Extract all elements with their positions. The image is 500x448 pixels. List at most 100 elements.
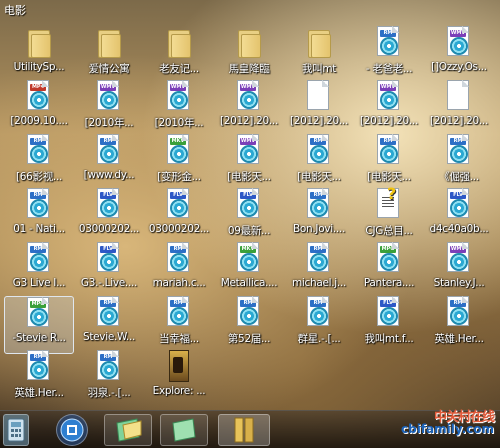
file-item[interactable]: RM 第52届... — [214, 296, 284, 354]
file-item[interactable]: FLV 09最新... — [214, 188, 284, 246]
flv-file-icon: FLV — [97, 242, 121, 274]
file-label: [66影视... — [15, 171, 63, 183]
file-item[interactable]: RM 01 - Nati... — [4, 188, 74, 246]
folder-icon — [27, 26, 51, 58]
rm-file-icon: RM — [27, 242, 51, 274]
file-item[interactable]: RM 《倔强... — [424, 134, 494, 192]
file-type-badge: RM — [170, 246, 186, 253]
file-item[interactable]: FLV 03000202... — [74, 188, 144, 246]
file-label: Metallica.... — [220, 277, 278, 289]
file-label: [2012].20... — [359, 115, 419, 127]
file-item[interactable]: WMV [2010年... — [74, 80, 144, 138]
file-item[interactable]: RM G3 Live I... — [4, 242, 74, 300]
file-label: [2012].20... — [289, 115, 349, 127]
file-label: G3 Live I... — [12, 277, 66, 289]
file-item[interactable]: FLV G3.-.Live.... — [74, 242, 144, 300]
taskbar-explorer-button-1[interactable] — [104, 414, 152, 446]
rm-file-icon: RM — [377, 134, 401, 166]
file-item[interactable]: 老友记... — [144, 26, 214, 84]
rm-file-icon: RM — [97, 296, 121, 328]
file-item[interactable]: MKV Metallica.... — [214, 242, 284, 300]
movie-icon — [167, 350, 191, 382]
file-item[interactable]: FLV 03000202... — [144, 188, 214, 246]
file-label: 英雄.Her... — [434, 333, 484, 345]
rm-file-icon: RM — [307, 296, 331, 328]
file-type-badge: WMV — [450, 246, 466, 253]
file-item[interactable]: RM 群星.-.[... — [284, 296, 354, 354]
file-item[interactable]: MP4 [2009.10.... — [4, 80, 74, 138]
file-item[interactable]: Explore: ... — [144, 350, 214, 408]
file-item[interactable]: RM Stevie.W... — [74, 296, 144, 354]
file-item[interactable]: RM 羽泉.-.[... — [74, 350, 144, 408]
calculator-icon[interactable] — [3, 414, 29, 446]
file-type-badge: RM — [450, 300, 466, 307]
file-type-badge: RM — [100, 138, 116, 145]
file-item[interactable]: WMV [电影天... — [214, 134, 284, 192]
file-item[interactable]: ? CJG总目... — [354, 184, 424, 246]
file-type-badge: RM — [30, 192, 46, 199]
file-item[interactable]: UtilitySp... — [4, 26, 74, 84]
file-item[interactable]: RM mariah.c... — [144, 242, 214, 300]
ie-icon[interactable] — [56, 414, 88, 446]
file-item[interactable]: WMV [2012].20... — [214, 80, 284, 138]
file-item[interactable]: MKV [变形金... — [144, 134, 214, 192]
file-type-badge: MKV — [170, 138, 186, 145]
mpg-file-icon: MPG — [377, 242, 401, 274]
file-item[interactable]: 馬皇降臨 — [214, 26, 284, 84]
file-item[interactable]: MPG Pantera.... — [354, 242, 424, 300]
file-type-badge: RM — [310, 192, 326, 199]
file-item[interactable]: RM [www.dy... — [74, 134, 144, 192]
file-item[interactable]: WMV [2010年... — [144, 80, 214, 138]
flv-file-icon: FLV — [97, 188, 121, 220]
file-item[interactable]: WMV [2012].20... — [354, 80, 424, 138]
rm-file-icon: RM — [377, 26, 401, 58]
file-item[interactable]: 爱情公寓 — [74, 26, 144, 84]
file-item[interactable]: FLV d4c40a0b... — [424, 188, 494, 246]
file-label: [电影天... — [297, 171, 341, 183]
wmv-file-icon: WMV — [97, 80, 121, 112]
rm-file-icon: RM — [27, 350, 51, 382]
file-type-badge: RM — [310, 246, 326, 253]
file-item[interactable]: RM 英雄.Her... — [424, 296, 494, 354]
file-item[interactable]: RM [66影视... — [4, 134, 74, 192]
folder-icon — [307, 26, 331, 58]
file-label: 馬皇降臨 — [228, 63, 270, 75]
file-item[interactable]: WMV Stanley.J... — [424, 242, 494, 300]
file-item[interactable]: RM - 老爸老... — [354, 26, 424, 84]
file-item[interactable]: RM 当幸福... — [144, 296, 214, 354]
file-label: d4c40a0b... — [429, 223, 489, 235]
mp4-file-icon: MP4 — [27, 80, 51, 112]
file-type-badge: WMV — [240, 138, 256, 145]
file-label: [2009.10.... — [10, 115, 68, 127]
file-label: 我叫mt.f... — [364, 333, 414, 345]
file-item[interactable]: RM Bon.Jovi.... — [284, 188, 354, 246]
file-label: 当幸福... — [159, 333, 199, 345]
file-label: 03000202... — [148, 223, 210, 235]
mkv-file-icon: MKV — [167, 134, 191, 166]
file-item[interactable]: MPG -Stevie R... — [4, 296, 74, 354]
file-label: 01 - Nati... — [13, 223, 65, 235]
file-item[interactable]: RM michael.j... — [284, 242, 354, 300]
file-label: UtilitySp... — [13, 61, 65, 73]
file-type-badge: RM — [30, 138, 46, 145]
file-type-badge: RM — [450, 138, 466, 145]
file-item[interactable]: 我叫mt — [284, 26, 354, 84]
file-item[interactable]: RM 英雄.Her... — [4, 350, 74, 408]
file-item[interactable]: WMV []Ozzy.Os... — [424, 26, 494, 84]
flv-file-icon: FLV — [447, 188, 471, 220]
file-label: mariah.c... — [152, 277, 206, 289]
file-label: CJG总目... — [365, 225, 413, 237]
taskbar-explorer-button-3[interactable] — [218, 414, 270, 446]
watermark: 中关村在线 cbifamily.com — [401, 406, 495, 436]
file-type-badge: RM — [310, 138, 326, 145]
file-type-badge: FLV — [380, 300, 396, 307]
file-item[interactable]: RM [电影天... — [284, 134, 354, 192]
file-item[interactable]: [2012].20... — [424, 80, 494, 138]
text-file-icon: ? — [377, 184, 401, 220]
wmv-file-icon: WMV — [237, 80, 261, 112]
wmv-file-icon: WMV — [447, 242, 471, 274]
file-item[interactable]: FLV 我叫mt.f... — [354, 296, 424, 354]
taskbar-explorer-button-2[interactable] — [160, 414, 208, 446]
file-label: []Ozzy.Os... — [431, 61, 487, 73]
file-item[interactable]: [2012].20... — [284, 80, 354, 138]
